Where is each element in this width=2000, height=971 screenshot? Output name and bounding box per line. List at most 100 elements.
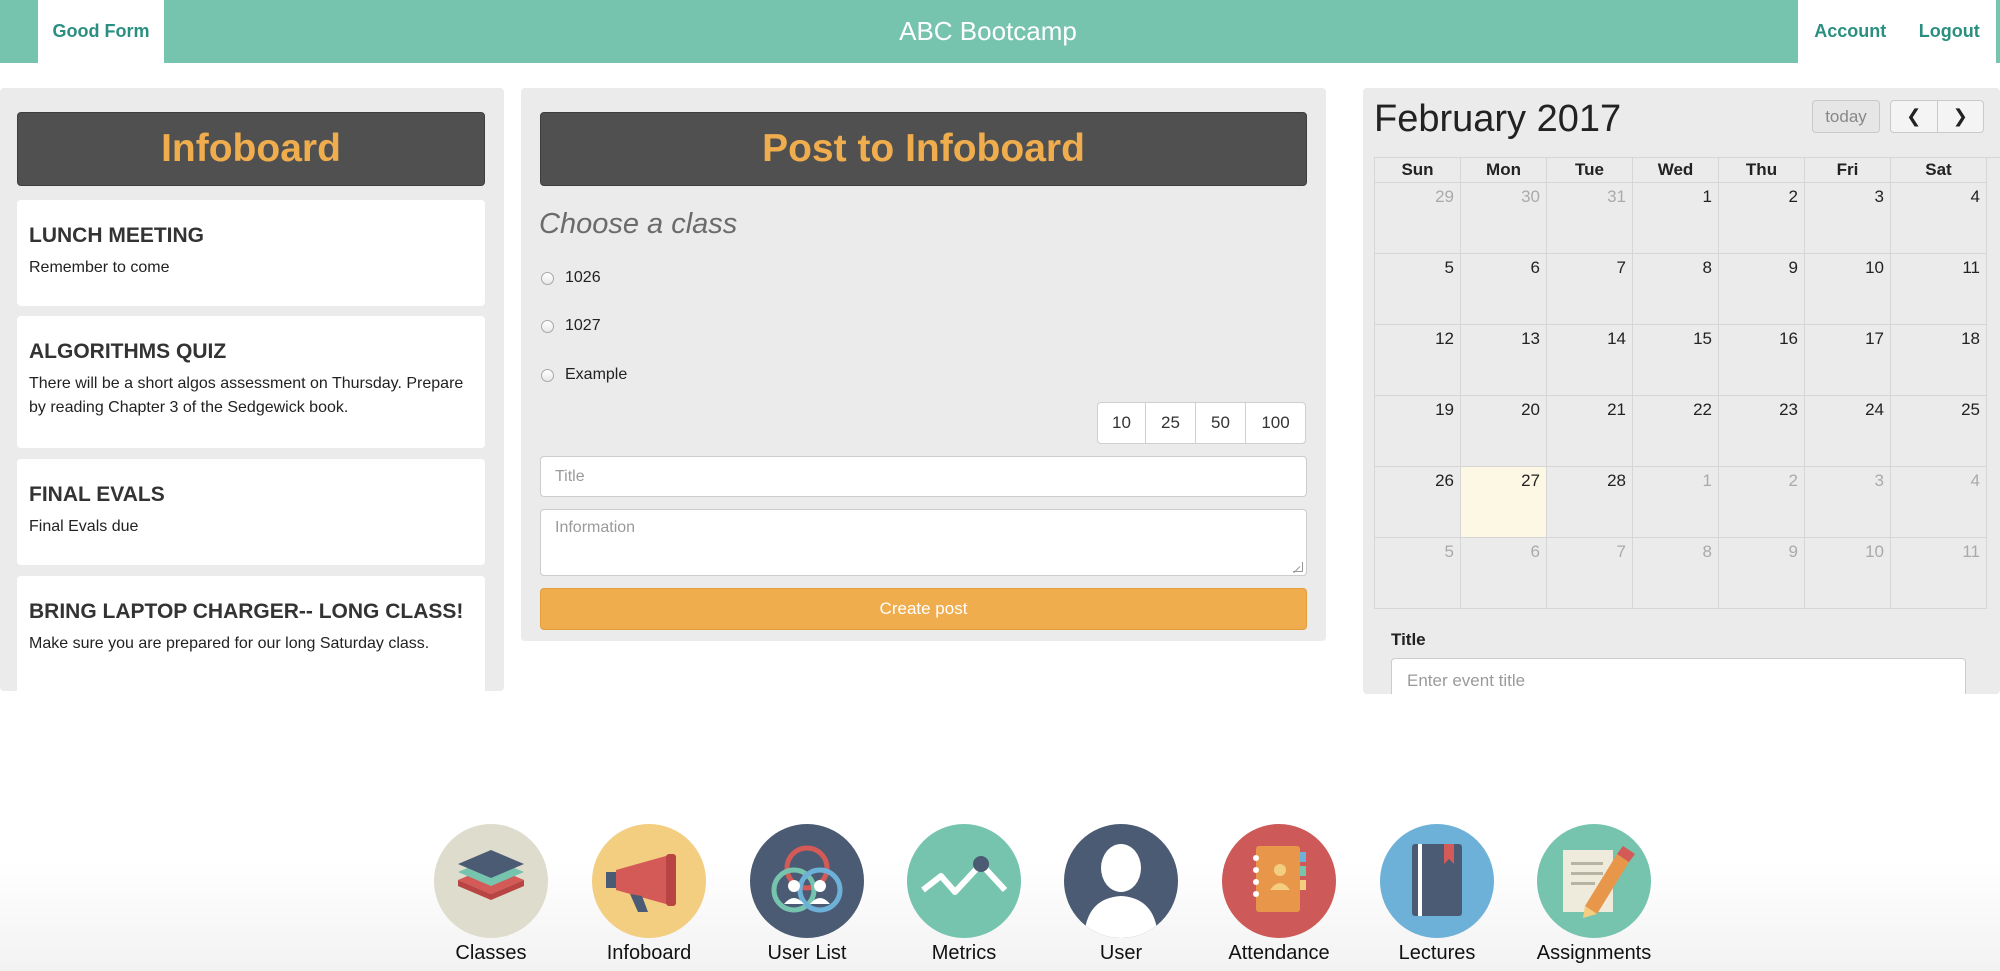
calendar-day-today[interactable]: 27 [1461,467,1547,538]
post-information-textarea[interactable]: Information [540,509,1307,576]
calendar-day[interactable]: 21 [1547,396,1633,467]
chevron-left-icon[interactable]: ❮ [1891,101,1938,132]
calendar-day[interactable]: 16 [1719,325,1805,396]
calendar-day[interactable]: 9 [1719,538,1805,609]
calendar-day[interactable]: 23 [1719,396,1805,467]
dock-item-lectures[interactable]: Lectures [1380,824,1494,965]
calendar-day[interactable]: 20 [1461,396,1547,467]
post-body: Remember to come [29,259,170,276]
radio-button[interactable] [541,319,554,333]
calendar-day[interactable]: 30 [1461,183,1547,254]
calendar-day[interactable]: 10 [1805,538,1891,609]
line-chart-icon[interactable] [907,824,1021,938]
dock-label: Infoboard [606,942,692,964]
calendar-day[interactable]: 6 [1461,538,1547,609]
class-option-label: 1027 [565,317,601,334]
page-size-option[interactable]: 100 [1246,403,1305,443]
dock-label: Lectures [1398,942,1476,964]
resize-handle-icon[interactable] [1293,562,1303,572]
calendar-day[interactable]: 10 [1805,254,1891,325]
class-option-label: 1026 [565,269,601,286]
info-post-card: ALGORITHMS QUIZ There will be a short al… [17,316,485,448]
page-size-option[interactable]: 50 [1196,403,1246,443]
calendar-day[interactable]: 5 [1375,538,1461,609]
class-option[interactable]: 1026 [541,269,601,287]
calendar-week-row: 5 6 7 8 9 10 11 [1375,254,2000,325]
calendar-day[interactable]: 14 [1547,325,1633,396]
dock-item-user-list[interactable]: User List [750,824,864,965]
dock-item-infoboard[interactable]: Infoboard [592,824,706,965]
layers-icon[interactable] [434,824,548,938]
calendar-day[interactable]: 8 [1633,538,1719,609]
megaphone-icon[interactable] [592,824,706,938]
address-book-icon[interactable] [1222,824,1336,938]
event-title-input[interactable]: Enter event title [1391,658,1966,694]
calendar-day[interactable]: 13 [1461,325,1547,396]
calendar-day[interactable]: 5 [1375,254,1461,325]
dock-label: User List [767,942,847,964]
post-title: BRING LAPTOP CHARGER-- LONG CLASS! [29,600,464,623]
weekday-label: Thu [1719,158,1805,183]
dock-item-classes[interactable]: Classes [434,824,548,965]
calendar-day[interactable]: 26 [1375,467,1461,538]
pencil-paper-icon[interactable] [1537,824,1651,938]
user-group-icon[interactable] [750,824,864,938]
radio-button[interactable] [541,368,554,382]
calendar-day[interactable]: 1 [1633,467,1719,538]
calendar-day[interactable]: 11 [1891,538,1987,609]
radio-button[interactable] [541,271,554,285]
calendar-day[interactable]: 4 [1891,467,1987,538]
calendar-day[interactable]: 2 [1719,183,1805,254]
calendar-day[interactable]: 17 [1805,325,1891,396]
dock-label: Attendance [1228,942,1330,964]
calendar-day[interactable]: 18 [1891,325,1987,396]
post-title: ALGORITHMS QUIZ [29,340,227,363]
calendar-day[interactable]: 31 [1547,183,1633,254]
calendar-day[interactable]: 19 [1375,396,1461,467]
today-button[interactable]: today [1812,100,1880,133]
calendar-day[interactable]: 2 [1719,467,1805,538]
class-option[interactable]: 1027 [541,317,601,335]
chevron-right-icon[interactable]: ❯ [1938,101,1984,132]
dock-item-user[interactable]: User [1064,824,1178,965]
calendar-nav: ❮ ❯ [1890,100,1984,133]
calendar-week-row: 29 30 31 1 2 3 4 [1375,183,2000,254]
calendar-day[interactable]: 6 [1461,254,1547,325]
logout-link[interactable]: Logout [1919,21,1980,42]
brand-link[interactable]: Good Form [38,0,164,63]
calendar-day[interactable]: 9 [1719,254,1805,325]
dock-item-assignments[interactable]: Assignments [1537,824,1651,965]
notebook-icon[interactable] [1380,824,1494,938]
calendar-day[interactable]: 8 [1633,254,1719,325]
calendar-day[interactable]: 1 [1633,183,1719,254]
calendar-day[interactable]: 28 [1547,467,1633,538]
calendar-day[interactable]: 11 [1891,254,1987,325]
dock-item-attendance[interactable]: Attendance [1222,824,1336,965]
calendar-day[interactable]: 29 [1375,183,1461,254]
calendar-day[interactable]: 4 [1891,183,1987,254]
user-silhouette-icon[interactable] [1064,824,1178,938]
calendar-day[interactable]: 7 [1547,538,1633,609]
calendar-day[interactable]: 7 [1547,254,1633,325]
dock-label: Metrics [931,942,997,964]
dock-item-metrics[interactable]: Metrics [907,824,1021,965]
calendar-grid: Sun Mon Tue Wed Thu Fri Sat 29 30 31 1 2 3 4 5 6… [1374,157,2000,609]
account-link[interactable]: Account [1814,21,1886,42]
create-post-button[interactable]: Create post [540,588,1307,630]
post-form-panel: Post to Infoboard Choose a class 1026 10… [521,88,1326,641]
dock-label: Classes [455,942,527,964]
calendar-day[interactable]: 15 [1633,325,1719,396]
calendar-day[interactable]: 24 [1805,396,1891,467]
info-post-card: FINAL EVALS Final Evals due [17,459,485,565]
calendar-day[interactable]: 3 [1805,183,1891,254]
class-option[interactable]: Example [541,366,627,384]
calendar-day[interactable]: 12 [1375,325,1461,396]
event-title-label: Title [1391,630,1426,649]
calendar-day[interactable]: 25 [1891,396,1987,467]
page-size-option[interactable]: 10 [1098,403,1146,443]
nav-right-group: Account Logout [1798,0,1996,63]
calendar-day[interactable]: 22 [1633,396,1719,467]
post-title-input[interactable]: Title [540,456,1307,497]
page-size-option[interactable]: 25 [1146,403,1196,443]
calendar-day[interactable]: 3 [1805,467,1891,538]
